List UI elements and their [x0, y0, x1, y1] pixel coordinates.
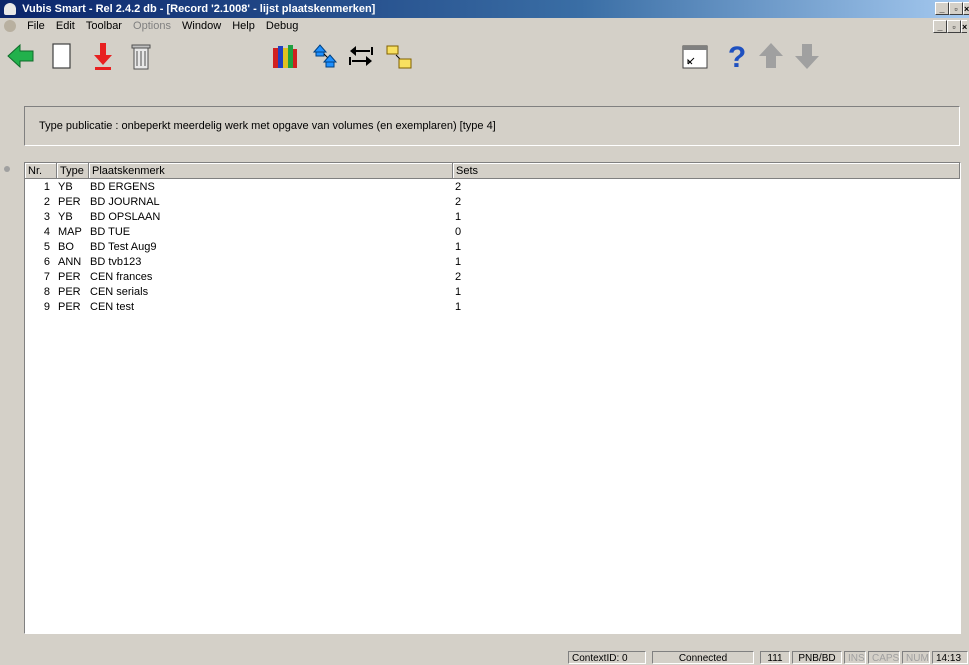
cell-plaatskenmerk: BD Test Aug9 [90, 241, 157, 253]
document-menu-icon[interactable] [4, 20, 16, 32]
table-row[interactable]: 8 PER CEN serials 1 [25, 285, 960, 300]
cell-sets: 1 [455, 286, 462, 298]
title-bar: Vubis Smart - Rel 2.4.2 db - [Record '2.… [0, 0, 969, 18]
cell-sets: 2 [455, 181, 462, 193]
cell-type: PER [58, 196, 81, 208]
menu-toolbar[interactable]: Toolbar [82, 18, 126, 35]
cell-sets: 2 [455, 271, 462, 283]
menu-file[interactable]: File [23, 18, 49, 35]
minimize-button[interactable]: _ [935, 2, 949, 15]
window-controls: _ ▫ × [935, 2, 969, 15]
swap-arrows-icon[interactable] [346, 40, 376, 72]
back-arrow-icon[interactable] [6, 40, 36, 72]
cell-type: BO [58, 241, 74, 253]
cell-nr: 5 [43, 241, 50, 253]
cell-type: YB [58, 211, 73, 223]
cell-type: ANN [58, 256, 82, 268]
download-arrow-icon[interactable] [88, 40, 118, 72]
cell-nr: 6 [43, 256, 50, 268]
up-arrow-icon[interactable] [756, 40, 786, 72]
form-icon[interactable] [680, 40, 710, 72]
cell-type: PER [58, 271, 81, 283]
shelfmark-list[interactable]: Nr. Type Plaatskenmerk Sets 1 YB BD ERGE… [24, 162, 961, 634]
status-caps: CAPS [868, 651, 900, 664]
menu-window[interactable]: Window [178, 18, 225, 35]
cell-plaatskenmerk: CEN serials [90, 286, 149, 298]
window-title: Vubis Smart - Rel 2.4.2 db - [Record '2.… [22, 3, 376, 15]
cell-sets: 1 [455, 301, 462, 313]
status-num: NUM [902, 651, 930, 664]
cell-type: YB [58, 181, 73, 193]
cell-plaatskenmerk: BD tvb123 [90, 256, 142, 268]
cell-sets: 0 [455, 226, 462, 238]
cell-plaatskenmerk: BD ERGENS [90, 181, 155, 193]
books-icon[interactable] [270, 40, 300, 72]
toolbar: ? [0, 36, 969, 86]
table-row[interactable]: 5 BO BD Test Aug9 1 [25, 240, 960, 255]
help-icon[interactable]: ? [722, 40, 752, 74]
table-row[interactable]: 2 PER BD JOURNAL 2 [25, 195, 960, 210]
cell-type: MAP [58, 226, 82, 238]
cell-sets: 2 [455, 196, 462, 208]
table-row[interactable]: 6 ANN BD tvb123 1 [25, 255, 960, 270]
table-row[interactable]: 9 PER CEN test 1 [25, 300, 960, 315]
status-connection: Connected [652, 651, 754, 664]
cell-plaatskenmerk: CEN frances [90, 271, 153, 283]
cell-plaatskenmerk: BD OPSLAAN [90, 211, 161, 223]
cell-nr: 8 [43, 286, 50, 298]
publication-type-text: Type publicatie : onbeperkt meerdelig we… [39, 120, 496, 132]
cell-plaatskenmerk: CEN test [90, 301, 135, 313]
restore-button[interactable]: ▫ [949, 2, 963, 15]
doc-minimize-button[interactable]: _ [933, 20, 947, 33]
list-body: 1 YB BD ERGENS 2 2 PER BD JOURNAL 2 3 YB… [25, 180, 960, 315]
menu-debug[interactable]: Debug [262, 18, 302, 35]
column-header-sets[interactable]: Sets [453, 163, 960, 179]
close-button[interactable]: × [963, 2, 969, 15]
cell-nr: 7 [43, 271, 50, 283]
status-location: PNB/BD [792, 651, 842, 664]
move-up-icon[interactable] [310, 40, 340, 72]
status-context-id: ContextID: 0 [568, 651, 646, 664]
publication-type-panel: Type publicatie : onbeperkt meerdelig we… [24, 106, 960, 146]
doc-close-button[interactable]: × [961, 20, 967, 33]
menu-edit[interactable]: Edit [52, 18, 79, 35]
svg-text:?: ? [728, 41, 746, 72]
menu-options: Options [133, 20, 171, 32]
folder-move-icon[interactable] [384, 40, 414, 72]
table-row[interactable]: 4 MAP BD TUE 0 [25, 225, 960, 240]
status-count: 111 [760, 651, 790, 664]
column-header-type[interactable]: Type [57, 163, 89, 179]
cell-nr: 4 [43, 226, 50, 238]
column-header-nr[interactable]: Nr. [25, 163, 57, 179]
table-row[interactable]: 3 YB BD OPSLAAN 1 [25, 210, 960, 225]
status-time: 14:13 [932, 651, 968, 664]
new-document-icon[interactable] [46, 40, 76, 72]
menu-help[interactable]: Help [228, 18, 259, 35]
table-row[interactable]: 1 YB BD ERGENS 2 [25, 180, 960, 195]
menu-bar: File Edit Toolbar Options Window Help De… [0, 18, 969, 35]
cell-nr: 9 [43, 301, 50, 313]
trash-icon[interactable] [126, 40, 156, 72]
cell-sets: 1 [455, 241, 462, 253]
doc-restore-button[interactable]: ▫ [947, 20, 961, 33]
down-arrow-icon[interactable] [792, 40, 822, 72]
column-header-plaatskenmerk[interactable]: Plaatskenmerk [89, 163, 453, 179]
cell-type: PER [58, 286, 81, 298]
cell-sets: 1 [455, 256, 462, 268]
cell-type: PER [58, 301, 81, 313]
status-ins: INS [844, 651, 866, 664]
document-window-controls: _ ▫ × [933, 20, 967, 33]
cell-nr: 2 [43, 196, 50, 208]
cell-plaatskenmerk: BD JOURNAL [90, 196, 160, 208]
cell-sets: 1 [455, 211, 462, 223]
list-header: Nr. Type Plaatskenmerk Sets [25, 163, 960, 179]
app-icon [4, 3, 16, 15]
cell-nr: 3 [43, 211, 50, 223]
row-selection-marker [4, 166, 10, 172]
cell-nr: 1 [43, 181, 50, 193]
table-row[interactable]: 7 PER CEN frances 2 [25, 270, 960, 285]
cell-plaatskenmerk: BD TUE [90, 226, 131, 238]
status-bar: ContextID: 0 Connected 111 PNB/BD INS CA… [0, 650, 969, 664]
